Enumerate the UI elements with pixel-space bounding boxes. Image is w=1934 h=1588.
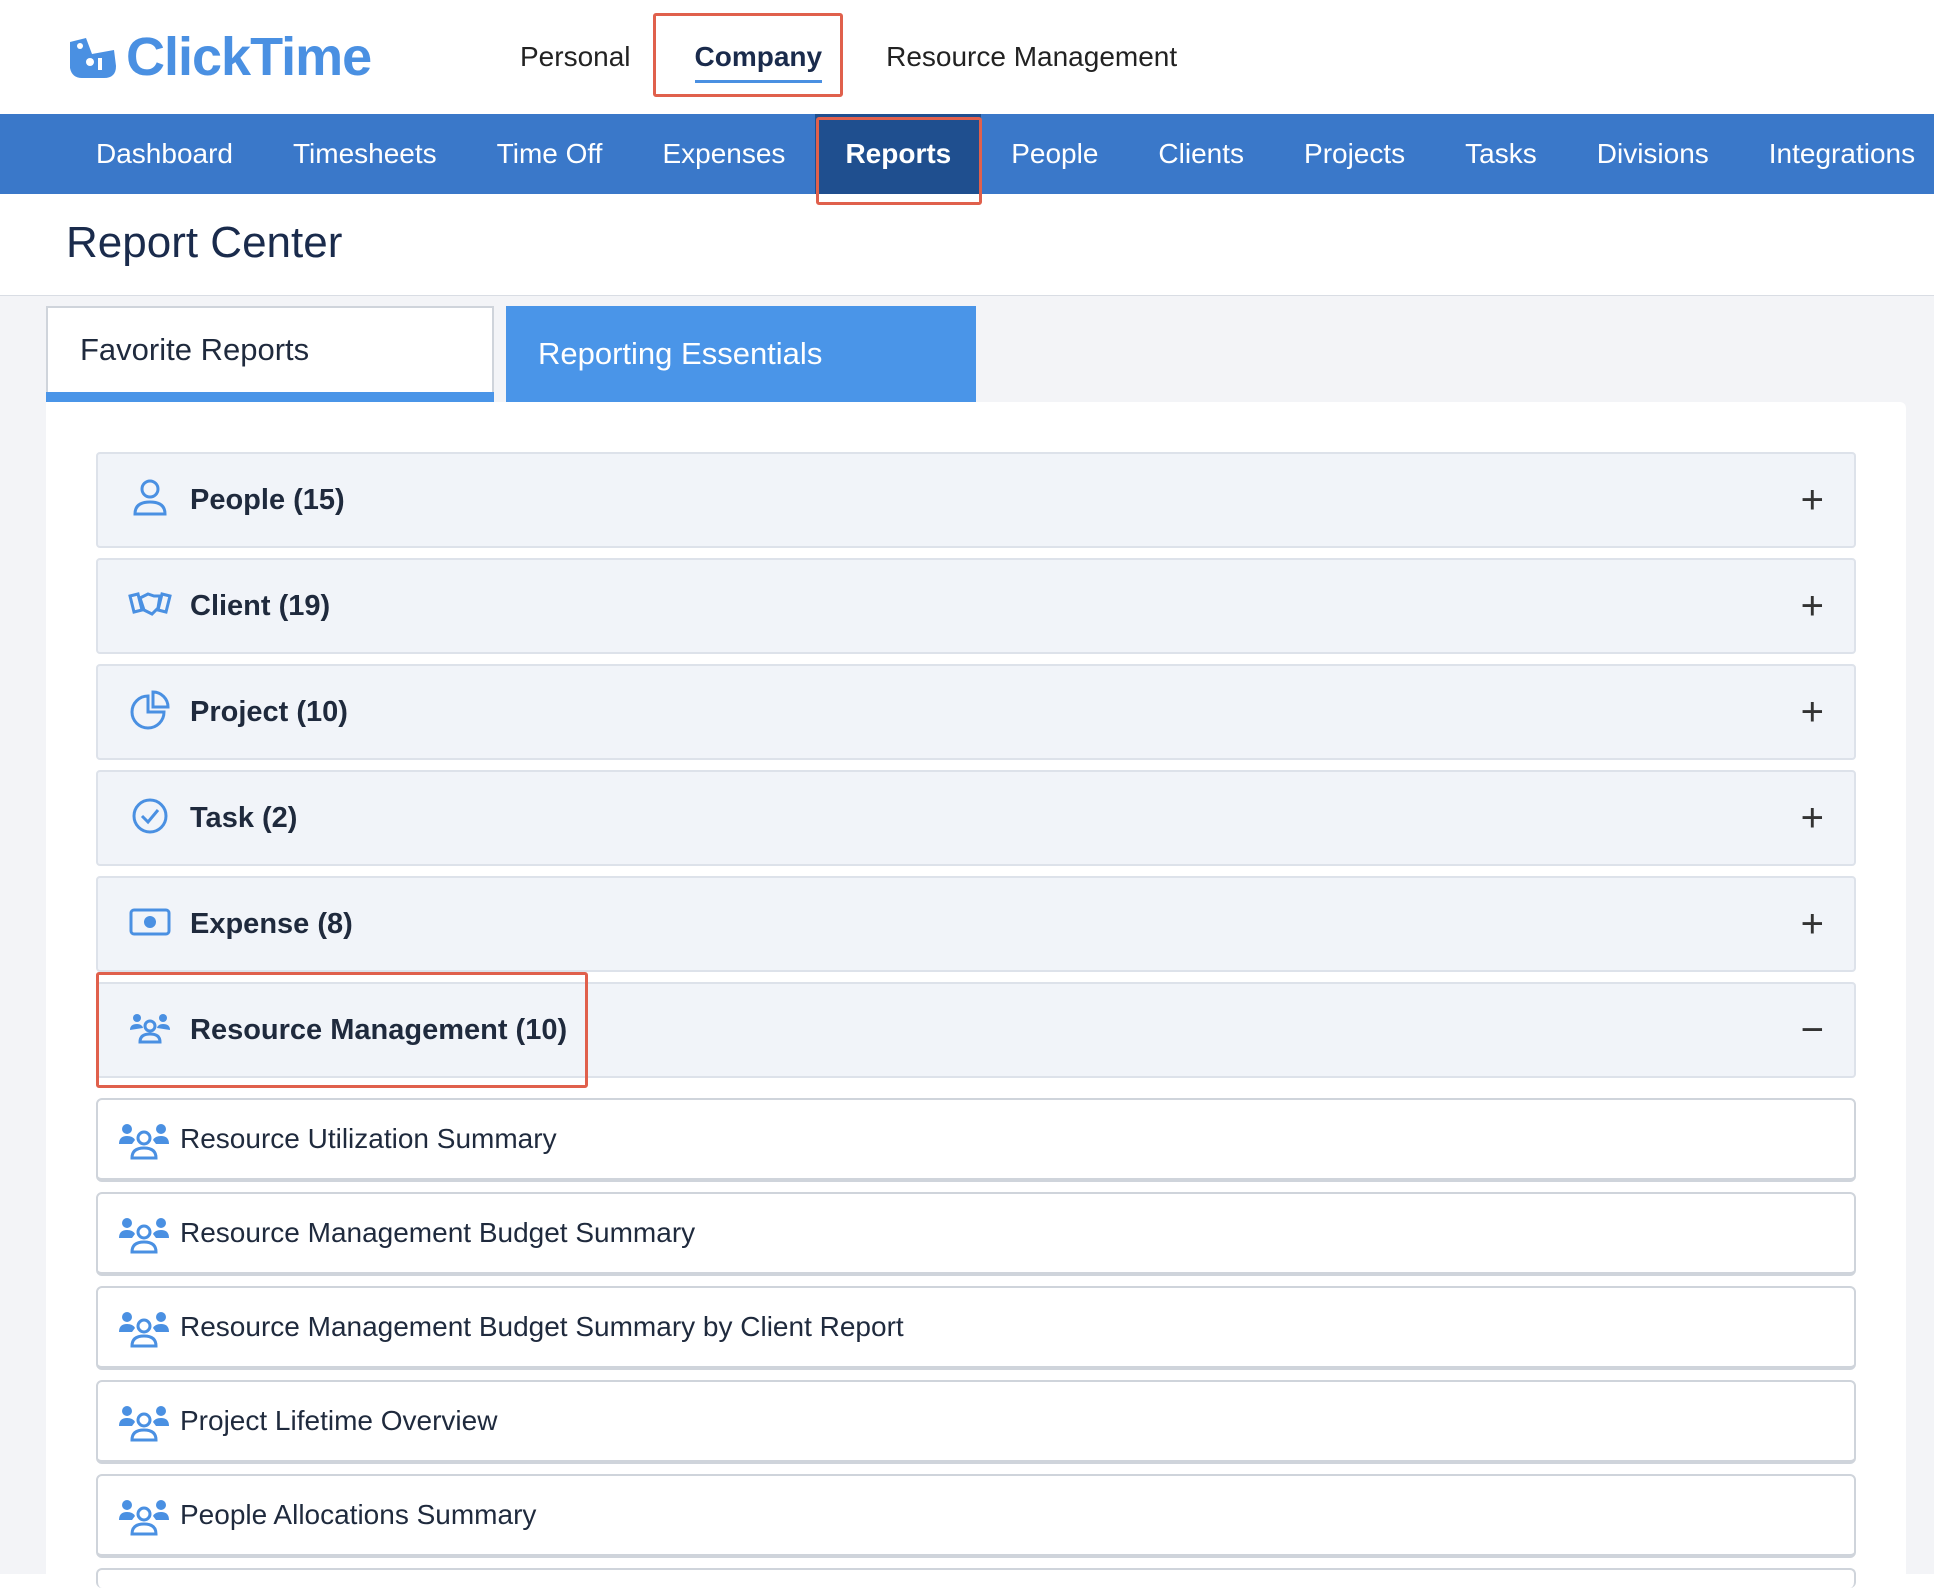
clicktime-logo-icon [70,38,116,78]
sub-nav-tasks[interactable]: Tasks [1435,114,1567,194]
highlight-resource-management [96,972,588,1088]
handshake-icon [128,592,172,616]
report-item[interactable]: Resource Utilization Summary [96,1098,1856,1182]
tab-underline [46,392,494,402]
category-label: Expense (8) [190,907,353,940]
report-item[interactable]: Resource Management Budget Summary [96,1192,1856,1276]
sub-nav-divisions[interactable]: Divisions [1567,114,1739,194]
top-bar: ClickTime Personal Company Resource Mana… [0,0,1934,114]
expand-icon[interactable]: + [1801,586,1824,626]
top-nav-resource-management[interactable]: Resource Management [854,41,1209,73]
money-icon [129,908,171,936]
sub-nav-people[interactable]: People [981,114,1128,194]
sub-nav-timesheets[interactable]: Timesheets [263,114,467,194]
category-project[interactable]: Project (10) + [96,664,1856,760]
team-icon [119,1312,169,1348]
sub-nav-projects[interactable]: Projects [1274,114,1435,194]
report-label: Resource Management Budget Summary [180,1217,696,1248]
sub-nav-clients[interactable]: Clients [1128,114,1274,194]
sub-nav-expenses[interactable]: Expenses [632,114,815,194]
team-icon [119,1500,169,1536]
pie-chart-icon [130,690,170,730]
team-icon [119,1124,169,1160]
category-task[interactable]: Task (2) + [96,770,1856,866]
report-label: Resource Management Budget Summary by Cl… [180,1311,904,1342]
highlight-company [653,13,843,97]
category-label: People (15) [190,483,345,516]
sub-nav-integrations[interactable]: Integrations [1739,114,1934,194]
person-icon [133,479,167,516]
expand-icon[interactable]: + [1801,798,1824,838]
category-people[interactable]: People (15) + [96,452,1856,548]
top-nav: Personal Company Resource Management [488,0,1209,114]
page-title: Report Center [66,218,343,267]
report-label: Project Lifetime Overview [180,1405,498,1436]
sub-nav-time-off[interactable]: Time Off [467,114,633,194]
tab-favorite-reports[interactable]: Favorite Reports [46,306,494,392]
report-item[interactable]: Project Lifetime Overview [96,1380,1856,1464]
team-icon [119,1218,169,1254]
clicktime-logo[interactable]: ClickTime [64,26,372,88]
report-item[interactable]: People Allocations Summary [96,1474,1856,1558]
report-tabs: Favorite Reports Reporting Essentials [46,306,976,402]
report-item-partial[interactable] [96,1568,1856,1588]
page-header: Report Center [0,194,1934,296]
team-icon [119,1406,169,1442]
category-client[interactable]: Client (19) + [96,558,1856,654]
report-label: Resource Utilization Summary [180,1123,557,1154]
expand-icon[interactable]: + [1801,480,1824,520]
category-expense[interactable]: Expense (8) + [96,876,1856,972]
top-nav-personal[interactable]: Personal [488,41,663,73]
category-label: Project (10) [190,695,348,728]
tab-reporting-essentials[interactable]: Reporting Essentials [506,306,976,402]
category-label: Client (19) [190,589,331,622]
sub-nav-dashboard[interactable]: Dashboard [66,114,263,194]
expand-icon[interactable]: + [1801,904,1824,944]
report-item[interactable]: Resource Management Budget Summary by Cl… [96,1286,1856,1370]
check-circle-icon [132,798,168,834]
expand-icon[interactable]: + [1801,692,1824,732]
report-label: People Allocations Summary [180,1499,537,1530]
collapse-icon[interactable]: − [1801,1010,1824,1050]
category-label: Task (2) [190,801,298,834]
brand-name: ClickTime [126,27,372,87]
highlight-reports [816,117,982,205]
